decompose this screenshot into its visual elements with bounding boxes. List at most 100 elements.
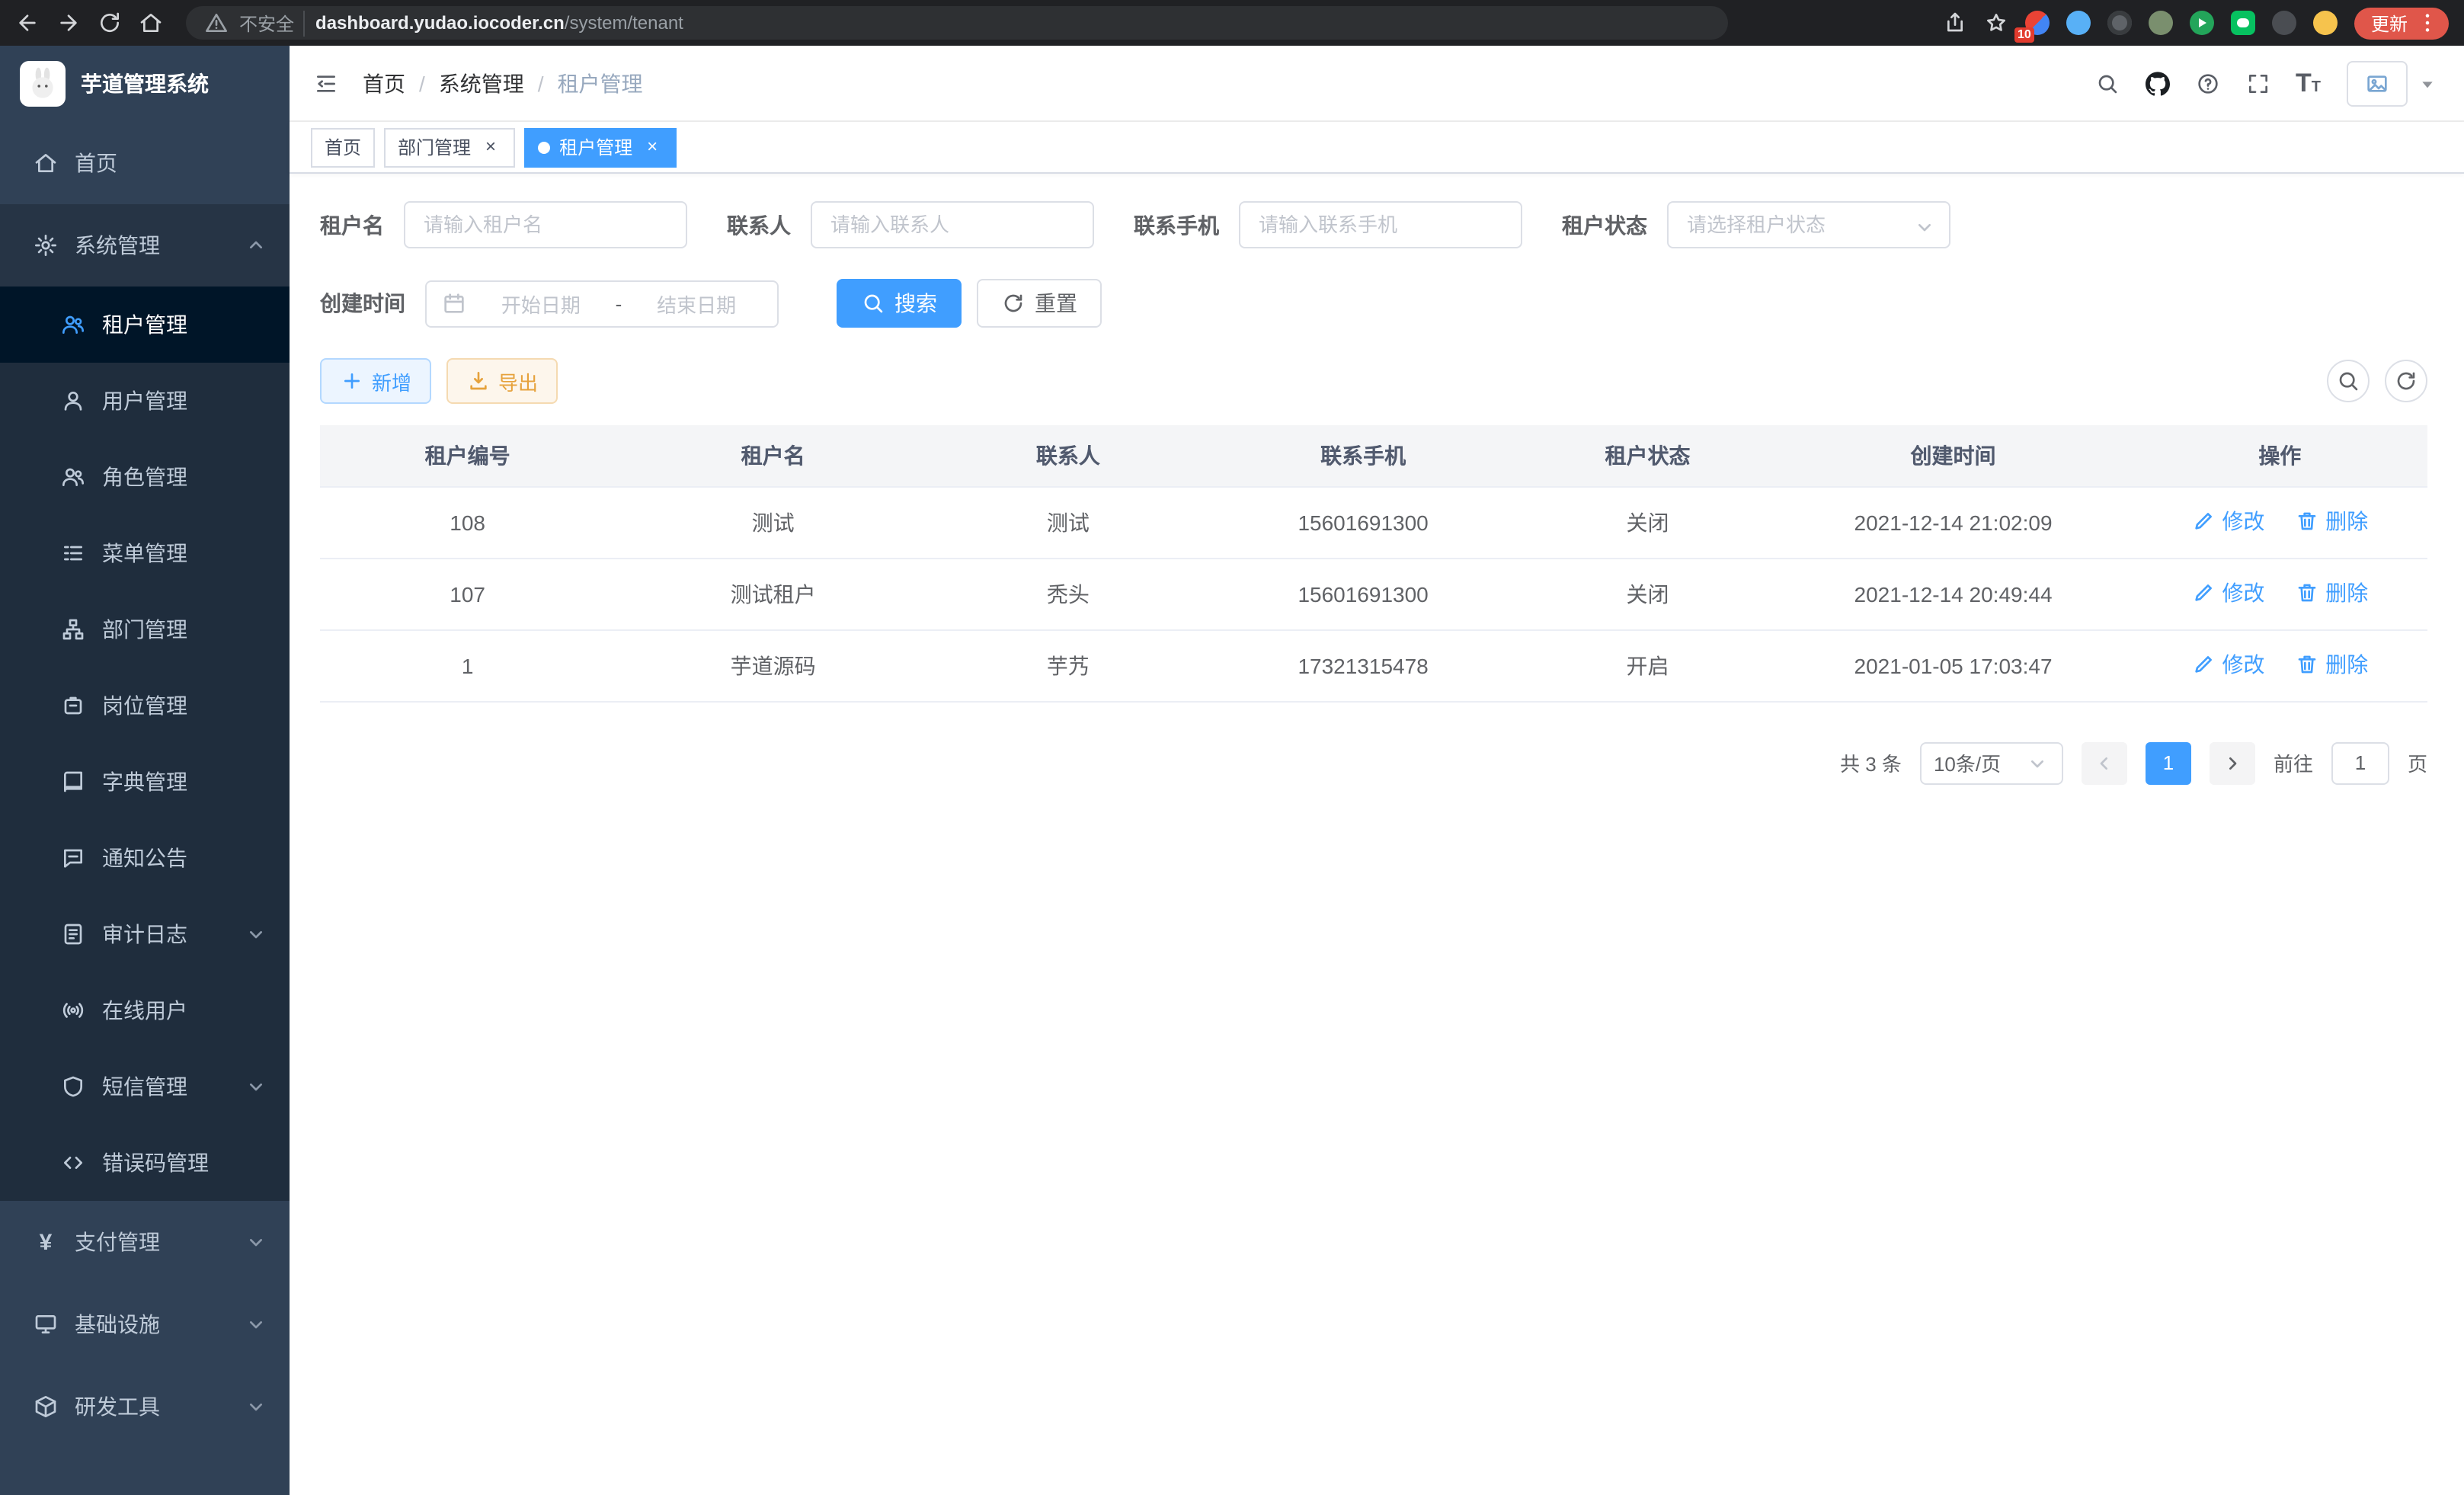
refresh-table-button[interactable] [2385, 360, 2427, 402]
create-time-label: 创建时间 [320, 288, 405, 319]
breadcrumb-system[interactable]: 系统管理 [439, 68, 524, 98]
browser-update-button[interactable]: 更新 [2354, 7, 2449, 39]
extension-icon-green-chat[interactable] [2231, 11, 2255, 35]
refresh-icon [1001, 291, 1026, 315]
logo-bunny-icon [20, 61, 66, 107]
breadcrumb-home[interactable]: 首页 [363, 68, 405, 98]
sidebar-menu: 首页 系统管理 租户管理 用户管理 角色管理 [0, 122, 290, 1448]
add-button[interactable]: 新增 [320, 358, 431, 404]
tenant-name-label: 租户名 [320, 210, 384, 240]
sidebar-item-notice[interactable]: 通知公告 [0, 820, 290, 896]
help-icon[interactable] [2195, 71, 2219, 95]
create-time-range-picker[interactable]: 开始日期 - 结束日期 [425, 280, 779, 327]
role-users-icon [61, 465, 85, 489]
tag-tenant-active[interactable]: 租户管理 × [524, 127, 677, 167]
pencil-icon [2191, 652, 2216, 677]
delete-link[interactable]: 删除 [2295, 506, 2368, 536]
status-label: 租户状态 [1562, 210, 1647, 240]
table-row: 107 测试租户 秃头 15601691300 关闭 2021-12-14 20… [320, 558, 2427, 629]
extension-icon-blue[interactable] [2066, 11, 2091, 35]
search-icon[interactable] [2094, 71, 2119, 95]
pencil-icon [2191, 509, 2216, 533]
sidebar-item-payment[interactable]: ¥ 支付管理 [0, 1201, 290, 1283]
sidebar-item-post[interactable]: 岗位管理 [0, 667, 290, 744]
table-row: 1 芋道源码 芋艿 17321315478 开启 2021-01-05 17:0… [320, 629, 2427, 701]
extension-icon-gray[interactable] [2272, 11, 2296, 35]
chevron-down-icon [1912, 215, 1937, 239]
download-icon [466, 369, 491, 393]
font-size-icon[interactable]: TT [2296, 70, 2321, 96]
gear-icon [34, 233, 58, 258]
tag-dept[interactable]: 部门管理 × [384, 127, 515, 167]
table-header-row: 租户编号 租户名 联系人 联系手机 租户状态 创建时间 操作 [320, 425, 2427, 486]
breadcrumb-tenant: 租户管理 [558, 68, 643, 98]
sidebar-item-devtools[interactable]: 研发工具 [0, 1365, 290, 1448]
sidebar-item-menu[interactable]: 菜单管理 [0, 515, 290, 591]
app-logo[interactable]: 芋道管理系统 [0, 46, 290, 122]
user-avatar-menu[interactable] [2347, 60, 2440, 106]
sidebar-item-dept[interactable]: 部门管理 [0, 591, 290, 667]
delete-link[interactable]: 删除 [2295, 649, 2368, 680]
sidebar-item-audit-log[interactable]: 审计日志 [0, 896, 290, 972]
extension-icon-green-play[interactable] [2190, 11, 2214, 35]
delete-link[interactable]: 删除 [2295, 578, 2368, 608]
sidebar-item-role[interactable]: 角色管理 [0, 439, 290, 515]
security-warning-icon [204, 11, 229, 35]
sidebar-item-error-code[interactable]: 错误码管理 [0, 1125, 290, 1201]
search-button[interactable]: 搜索 [837, 279, 962, 328]
security-label: 不安全 [239, 10, 305, 36]
extension-icon-dots[interactable]: 10 [2025, 11, 2050, 35]
close-icon[interactable]: × [480, 136, 501, 158]
prev-page-button[interactable] [2082, 741, 2127, 784]
edit-link[interactable]: 修改 [2191, 578, 2264, 608]
page-number-button[interactable]: 1 [2146, 741, 2191, 784]
address-bar[interactable]: 不安全 dashboard.yudao.iocoder.cn/system/te… [186, 6, 1728, 40]
browser-reload-button[interactable] [98, 11, 122, 35]
extension-icon-yellow[interactable] [2313, 11, 2338, 35]
code-icon [61, 1151, 85, 1175]
browser-menu-icon [2415, 11, 2440, 35]
sidebar-item-dict[interactable]: 字典管理 [0, 744, 290, 820]
chat-bubble-icon [61, 846, 85, 870]
sidebar-collapse-button[interactable] [314, 71, 338, 95]
tenant-status-select[interactable] [1667, 201, 1950, 248]
browser-forward-button[interactable] [56, 11, 81, 35]
tenant-name-input[interactable] [404, 201, 687, 248]
edit-link[interactable]: 修改 [2191, 506, 2264, 536]
toggle-search-button[interactable] [2327, 360, 2370, 402]
sidebar-item-user[interactable]: 用户管理 [0, 363, 290, 439]
next-page-button[interactable] [2210, 741, 2255, 784]
sidebar-item-infra[interactable]: 基础设施 [0, 1283, 290, 1365]
reset-button[interactable]: 重置 [977, 279, 1102, 328]
tag-home[interactable]: 首页 [311, 127, 375, 167]
extension-icon-dark-ring[interactable] [2107, 11, 2132, 35]
browser-back-button[interactable] [15, 11, 40, 35]
avatar [2347, 60, 2408, 106]
page-size-select[interactable]: 10条/页 [1920, 741, 2063, 784]
sidebar-item-system[interactable]: 系统管理 [0, 204, 290, 287]
goto-page-input[interactable] [2331, 741, 2389, 784]
sidebar-item-sms[interactable]: 短信管理 [0, 1048, 290, 1125]
search-icon [861, 291, 885, 315]
col-contact: 联系人 [931, 425, 1205, 486]
tags-view: 首页 部门管理 × 租户管理 × [290, 122, 2464, 174]
chevron-down-icon [244, 1312, 268, 1337]
bookmark-star-button[interactable] [1984, 11, 2008, 35]
date-end-placeholder: 结束日期 [631, 289, 762, 318]
browser-home-button[interactable] [139, 11, 163, 35]
chevron-down-icon [244, 1074, 268, 1099]
github-icon[interactable] [2145, 71, 2169, 95]
edit-link[interactable]: 修改 [2191, 649, 2264, 680]
close-icon[interactable]: × [642, 136, 663, 158]
sidebar-item-online-users[interactable]: 在线用户 [0, 972, 290, 1048]
fullscreen-icon[interactable] [2245, 71, 2270, 95]
export-button[interactable]: 导出 [446, 358, 558, 404]
share-button[interactable] [1943, 11, 1967, 35]
sidebar-item-home[interactable]: 首页 [0, 122, 290, 204]
col-create-time: 创建时间 [1774, 425, 2132, 486]
contact-label: 联系人 [727, 210, 791, 240]
contact-input[interactable] [811, 201, 1094, 248]
mobile-input[interactable] [1239, 201, 1522, 248]
extension-icon-olive[interactable] [2149, 11, 2173, 35]
sidebar-item-tenant[interactable]: 租户管理 [0, 287, 290, 363]
